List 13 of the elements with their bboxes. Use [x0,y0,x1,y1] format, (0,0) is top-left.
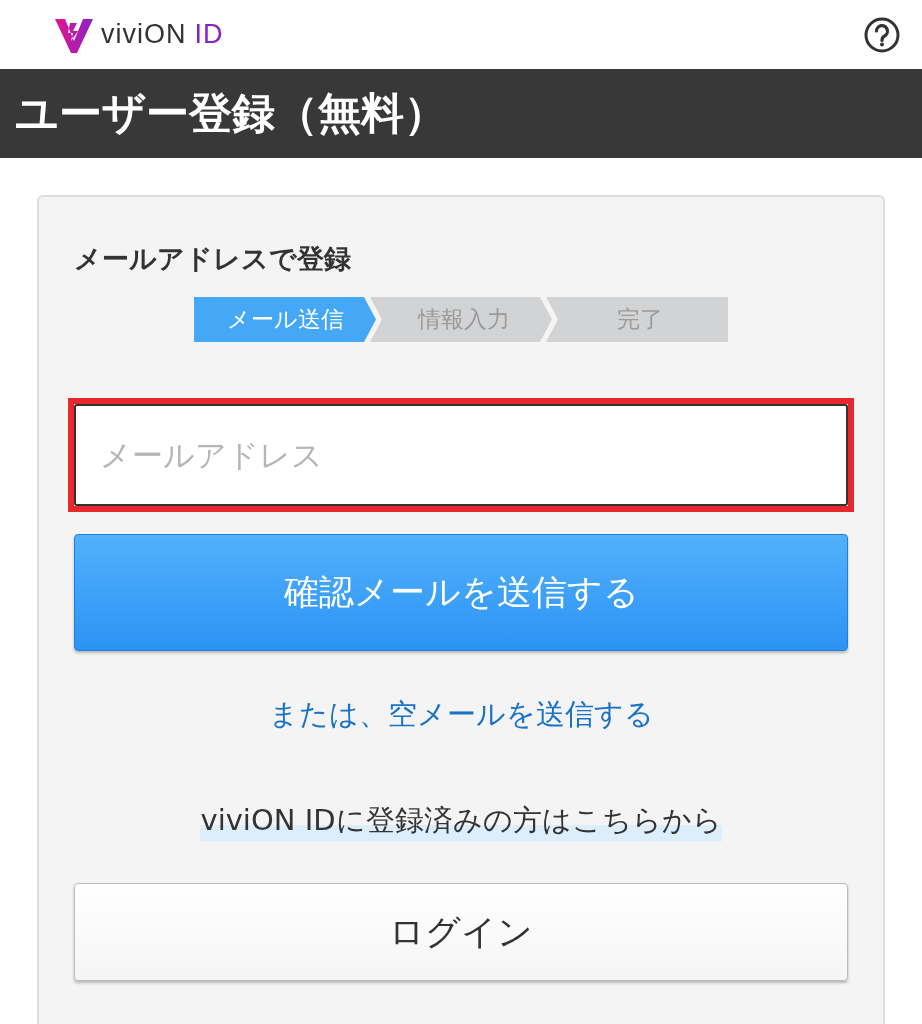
send-confirmation-button[interactable]: 確認メールを送信する [74,534,848,651]
step-indicator: 完了 [546,297,728,342]
empty-mail-link[interactable]: または、空メールを送信する [268,695,654,735]
login-button[interactable]: ログイン [74,883,848,981]
page-title: ユーザー登録（無料） [15,86,447,140]
step-indicator: 情報入力 [370,297,552,342]
logo-suffix: ID [194,19,224,50]
email-field[interactable]: メールアドレス [68,398,854,512]
help-icon[interactable] [864,16,900,53]
logo-icon [55,16,93,53]
section-heading: メールアドレスで登録 [74,242,352,276]
step-indicator: メール送信 [194,297,376,342]
logo-text: viviON [101,19,187,50]
